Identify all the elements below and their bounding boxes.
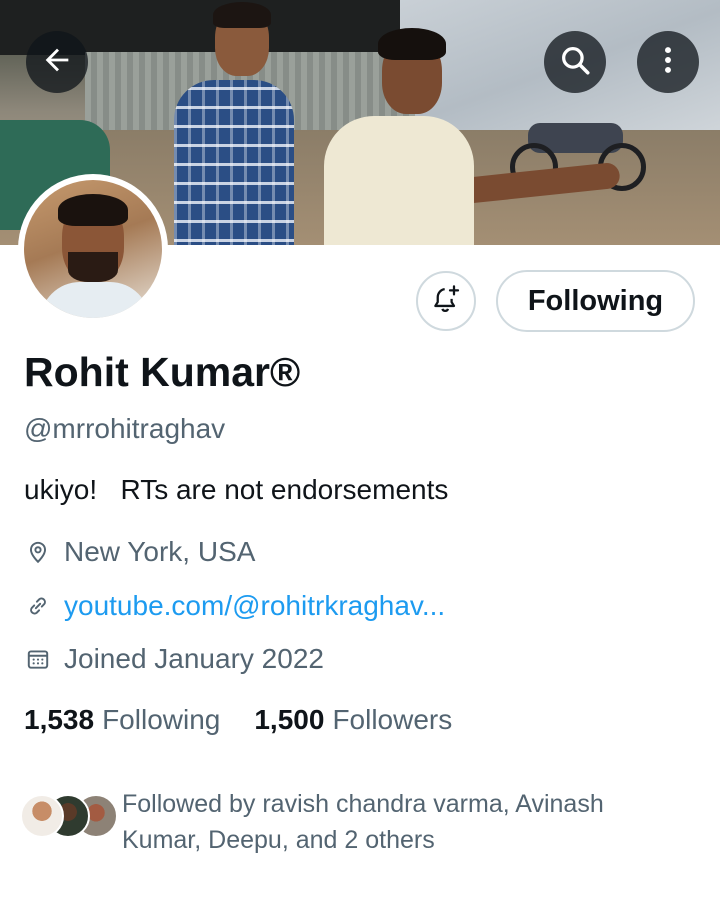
location-text: New York, USA bbox=[64, 536, 256, 567]
following-count: 1,538 bbox=[24, 704, 95, 735]
following-button[interactable]: Following bbox=[496, 270, 695, 332]
profile-name: Rohit Kumar® bbox=[24, 349, 301, 395]
location-pin-icon bbox=[24, 538, 52, 566]
more-vertical-icon bbox=[651, 43, 685, 82]
profile-handle: @mrrohitraghav bbox=[24, 413, 226, 444]
followers-label: Followers bbox=[332, 704, 453, 735]
back-button[interactable] bbox=[26, 31, 88, 93]
website-link[interactable]: youtube.com/@rohitrkraghav... bbox=[64, 590, 445, 622]
avatar-photo bbox=[24, 180, 162, 318]
banner-person-left bbox=[170, 0, 295, 245]
arrow-left-icon bbox=[40, 43, 74, 82]
followed-by-text: Followed by ravish chandra varma, Avinas… bbox=[122, 790, 604, 854]
following-label: Following bbox=[102, 704, 221, 735]
avatar[interactable] bbox=[18, 174, 168, 324]
profile-bio: ukiyo! RTs are not endorsements bbox=[24, 474, 449, 505]
followers-stat[interactable]: 1,500 Followers bbox=[254, 704, 452, 736]
profile-website: youtube.com/@rohitrkraghav... bbox=[24, 590, 445, 622]
notifications-button[interactable] bbox=[416, 271, 476, 331]
more-options-button[interactable] bbox=[637, 31, 699, 93]
follower-avatar bbox=[20, 794, 64, 838]
joined-text: Joined January 2022 bbox=[64, 643, 324, 674]
following-stat[interactable]: 1,538 Following bbox=[24, 704, 220, 736]
profile-location: New York, USA bbox=[24, 536, 255, 568]
bell-plus-icon bbox=[430, 283, 462, 320]
calendar-icon bbox=[24, 645, 52, 673]
followed-by[interactable]: Followed by ravish chandra varma, Avinas… bbox=[20, 786, 710, 856]
search-button[interactable] bbox=[544, 31, 606, 93]
follow-stats: 1,538 Following 1,500 Followers bbox=[24, 704, 452, 736]
profile-joined: Joined January 2022 bbox=[24, 643, 324, 675]
link-icon bbox=[24, 592, 52, 620]
followers-count: 1,500 bbox=[254, 704, 325, 735]
banner-person-right bbox=[320, 20, 621, 245]
search-icon bbox=[558, 43, 592, 82]
